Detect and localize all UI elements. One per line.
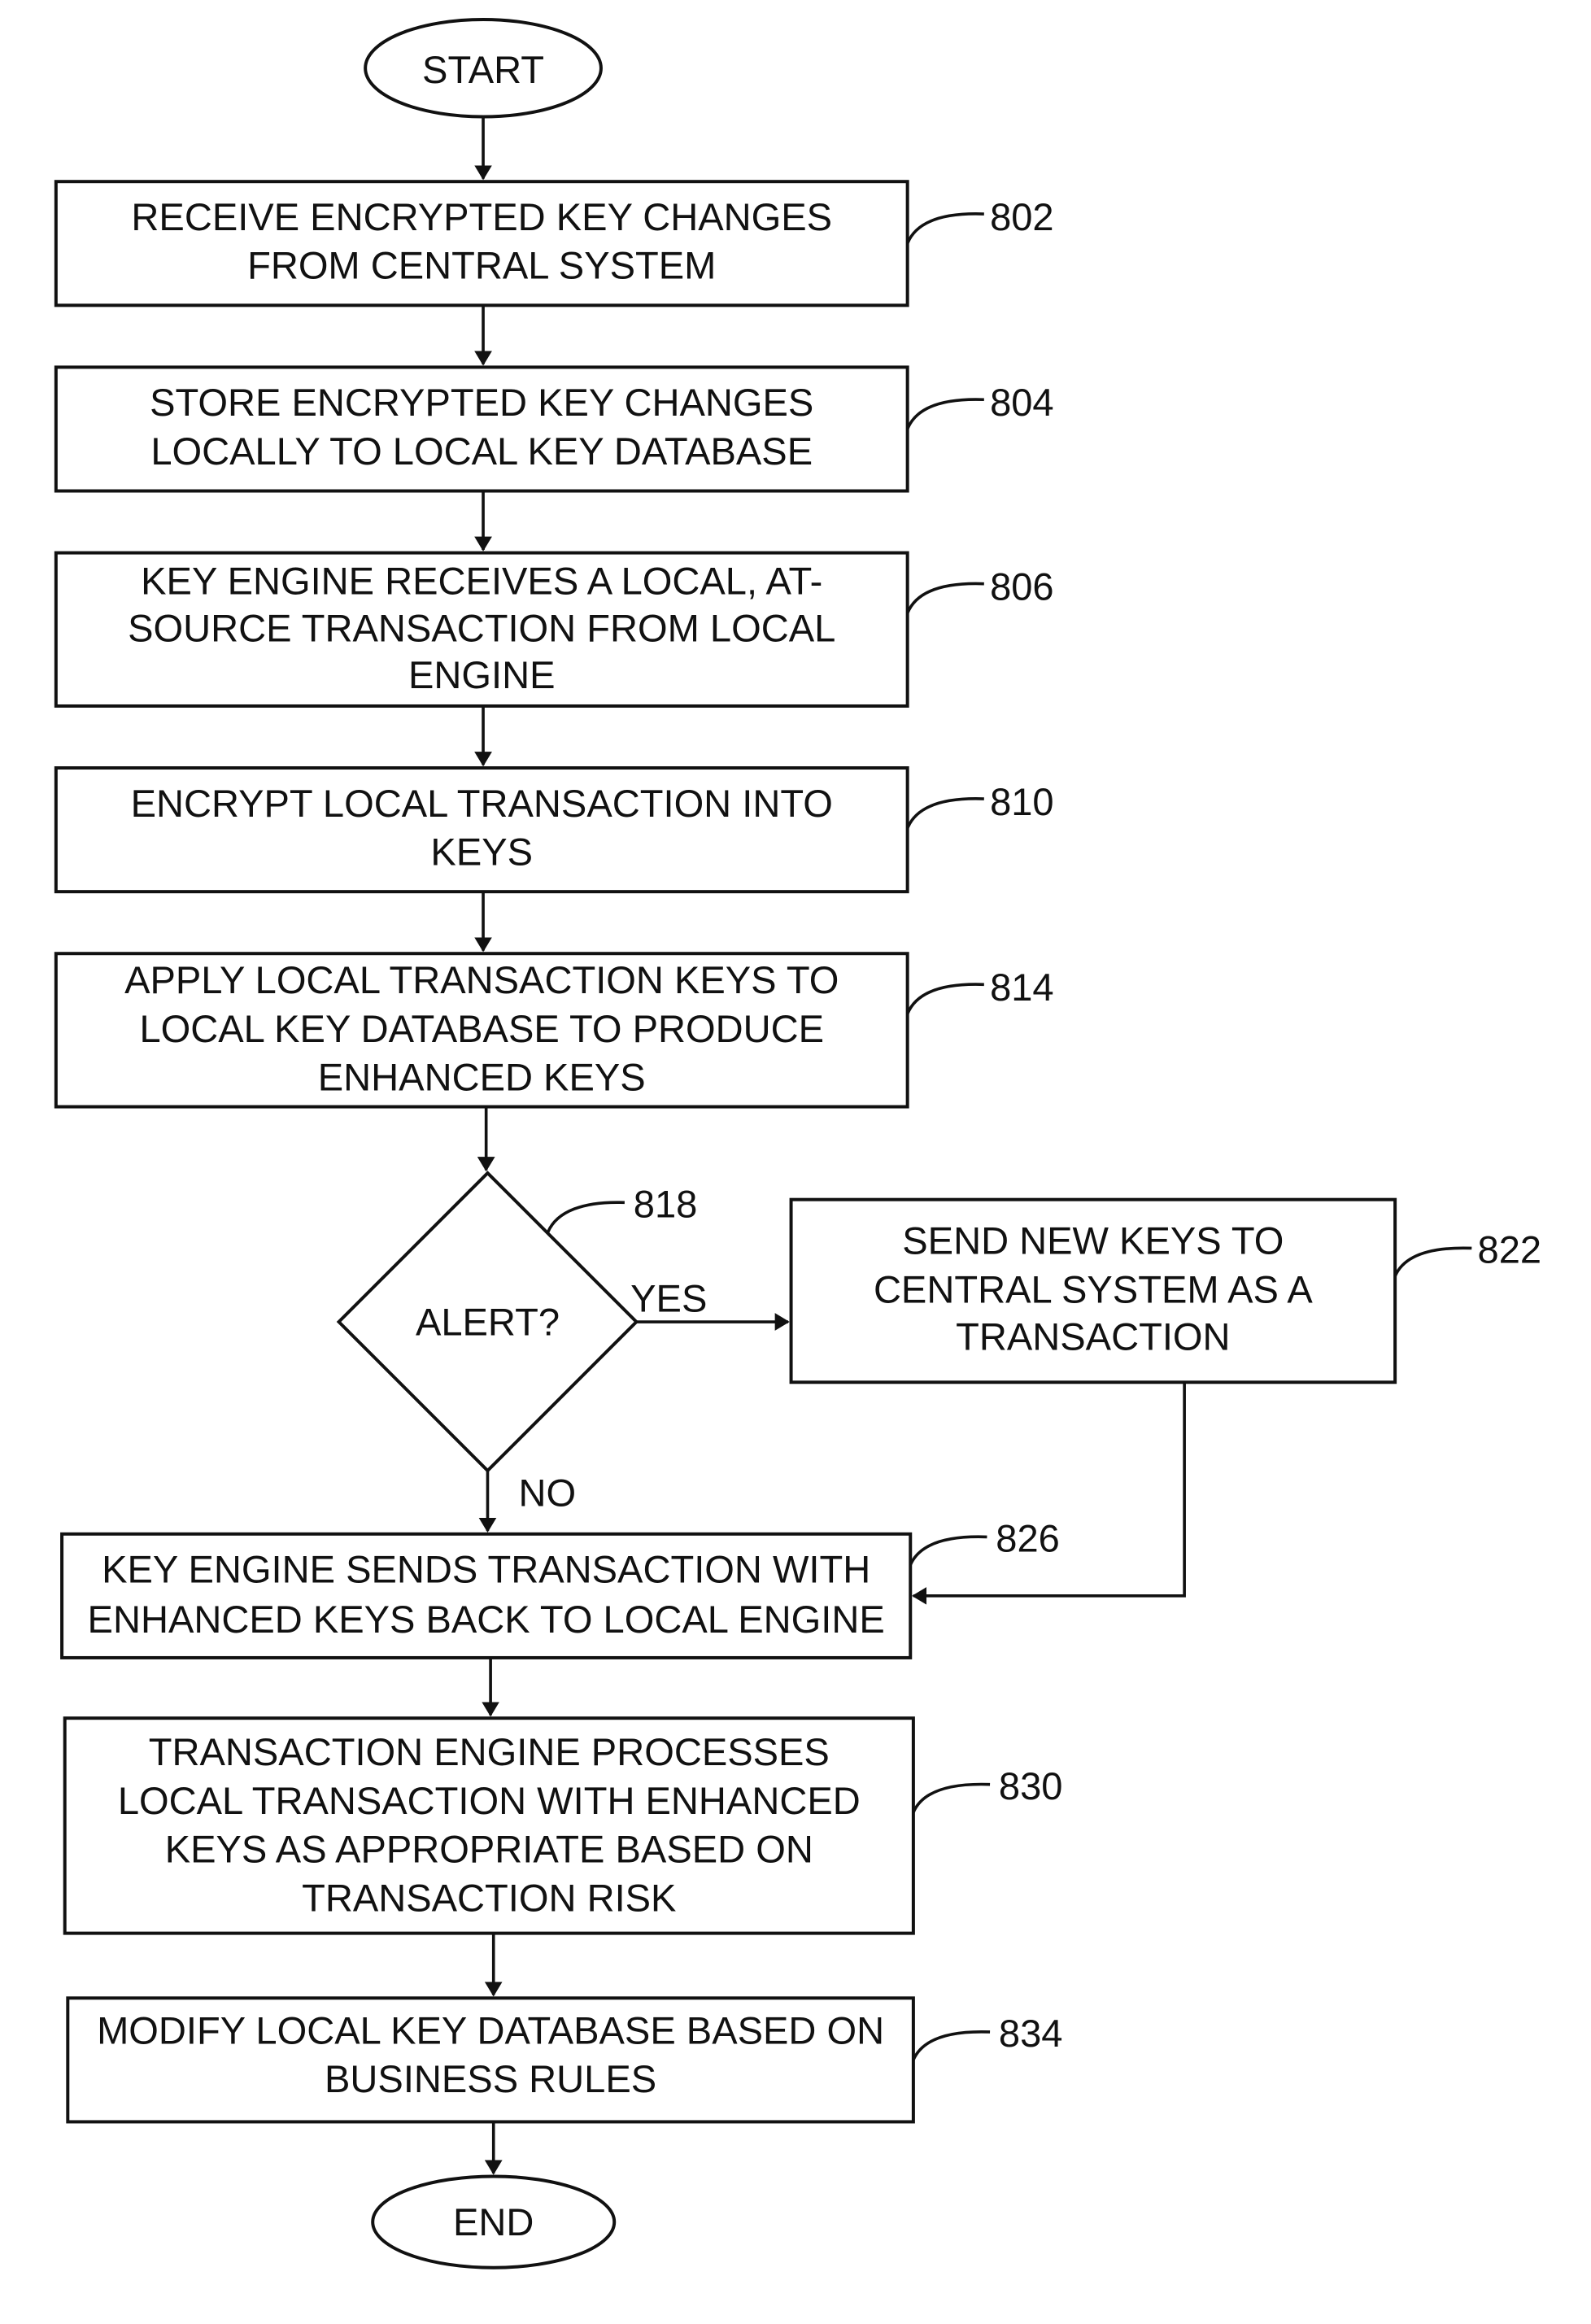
step-826: KEY ENGINE SENDS TRANSACTION WITH ENHANC… (60, 1517, 1060, 1659)
step-822-line-2: CENTRAL SYSTEM AS A (874, 1267, 1313, 1310)
step-822-ref: 822 (1478, 1228, 1542, 1271)
step-826-leader (909, 1535, 987, 1566)
step-834: MODIFY LOCAL KEY DATABASE BASED ON BUSIN… (66, 1996, 1063, 2124)
step-802-line-2: FROM CENTRAL SYSTEM (247, 244, 716, 287)
flowchart-diagram: START RECEIVE ENCRYPTED KEY CHANGES FROM… (54, 17, 1542, 2269)
connector-822-826 (912, 1382, 1186, 1605)
step-830-ref: 830 (999, 1764, 1063, 1807)
start-label: START (422, 48, 544, 91)
step-830-line-3: KEYS AS APPROPRIATE BASED ON (165, 1828, 813, 1871)
step-802-ref: 802 (990, 195, 1054, 238)
step-806-line-1: KEY ENGINE RECEIVES A LOCAL, AT- (141, 559, 822, 602)
decision-818-leader (547, 1201, 625, 1233)
step-834-leader (912, 2030, 991, 2061)
decision-yes-label: YES (630, 1276, 707, 1319)
step-826-line-1: KEY ENGINE SENDS TRANSACTION WITH (102, 1548, 870, 1591)
step-802-line-1: RECEIVE ENCRYPTED KEY CHANGES (131, 195, 832, 238)
decision-818-ref: 818 (634, 1182, 698, 1225)
step-810-line-1: ENCRYPT LOCAL TRANSACTION INTO (131, 782, 833, 825)
step-822: SEND NEW KEYS TO CENTRAL SYSTEM AS A TRA… (789, 1197, 1542, 1384)
step-822-line-3: TRANSACTION (956, 1315, 1230, 1358)
step-814-line-1: APPLY LOCAL TRANSACTION KEYS TO (124, 958, 839, 1001)
step-826-ref: 826 (996, 1517, 1060, 1560)
step-806-ref: 806 (990, 565, 1054, 608)
step-814-line-2: LOCAL KEY DATABASE TO PRODUCE (139, 1007, 824, 1050)
step-814: APPLY LOCAL TRANSACTION KEYS TO LOCAL KE… (54, 952, 1054, 1109)
step-814-leader (905, 983, 984, 1015)
step-806-line-3: ENGINE (408, 653, 555, 696)
step-806: KEY ENGINE RECEIVES A LOCAL, AT- SOURCE … (54, 551, 1054, 708)
step-814-line-3: ENHANCED KEYS (318, 1056, 646, 1099)
step-830: TRANSACTION ENGINE PROCESSES LOCAL TRANS… (63, 1716, 1063, 1935)
start-terminal: START (364, 17, 603, 119)
step-830-line-1: TRANSACTION ENGINE PROCESSES (149, 1730, 830, 1773)
step-834-line-1: MODIFY LOCAL KEY DATABASE BASED ON (97, 2008, 884, 2051)
step-810-leader (905, 797, 984, 830)
step-822-line-1: SEND NEW KEYS TO (902, 1219, 1284, 1262)
step-804-line-2: LOCALLY TO LOCAL KEY DATABASE (150, 429, 813, 473)
step-834-ref: 834 (999, 2012, 1063, 2055)
end-terminal: END (371, 2174, 617, 2269)
step-810-ref: 810 (990, 780, 1054, 823)
step-806-line-2: SOURCE TRANSACTION FROM LOCAL (128, 606, 835, 649)
end-label: END (453, 2200, 534, 2243)
step-826-line-2: ENHANCED KEYS BACK TO LOCAL ENGINE (88, 1598, 885, 1641)
decision-818: ALERT? 818 YES NO (336, 1171, 707, 1514)
step-802-leader (905, 212, 984, 245)
step-810-line-2: KEYS (430, 831, 533, 874)
step-822-leader (1393, 1246, 1472, 1277)
step-834-line-2: BUSINESS RULES (325, 2057, 656, 2100)
step-814-ref: 814 (990, 966, 1054, 1009)
step-804-ref: 804 (990, 381, 1054, 424)
step-830-leader (912, 1782, 991, 1813)
decision-no-label: NO (519, 1471, 577, 1514)
step-804-leader (905, 398, 984, 430)
decision-818-label: ALERT? (416, 1300, 560, 1343)
step-804-line-1: STORE ENCRYPTED KEY CHANGES (150, 381, 813, 424)
step-830-line-4: TRANSACTION RISK (302, 1876, 676, 1919)
step-804: STORE ENCRYPTED KEY CHANGES LOCALLY TO L… (54, 365, 1054, 493)
step-810: ENCRYPT LOCAL TRANSACTION INTO KEYS 810 (54, 766, 1054, 894)
step-806-leader (905, 582, 984, 614)
step-802: RECEIVE ENCRYPTED KEY CHANGES FROM CENTR… (54, 180, 1054, 307)
step-830-line-2: LOCAL TRANSACTION WITH ENHANCED (118, 1779, 861, 1822)
